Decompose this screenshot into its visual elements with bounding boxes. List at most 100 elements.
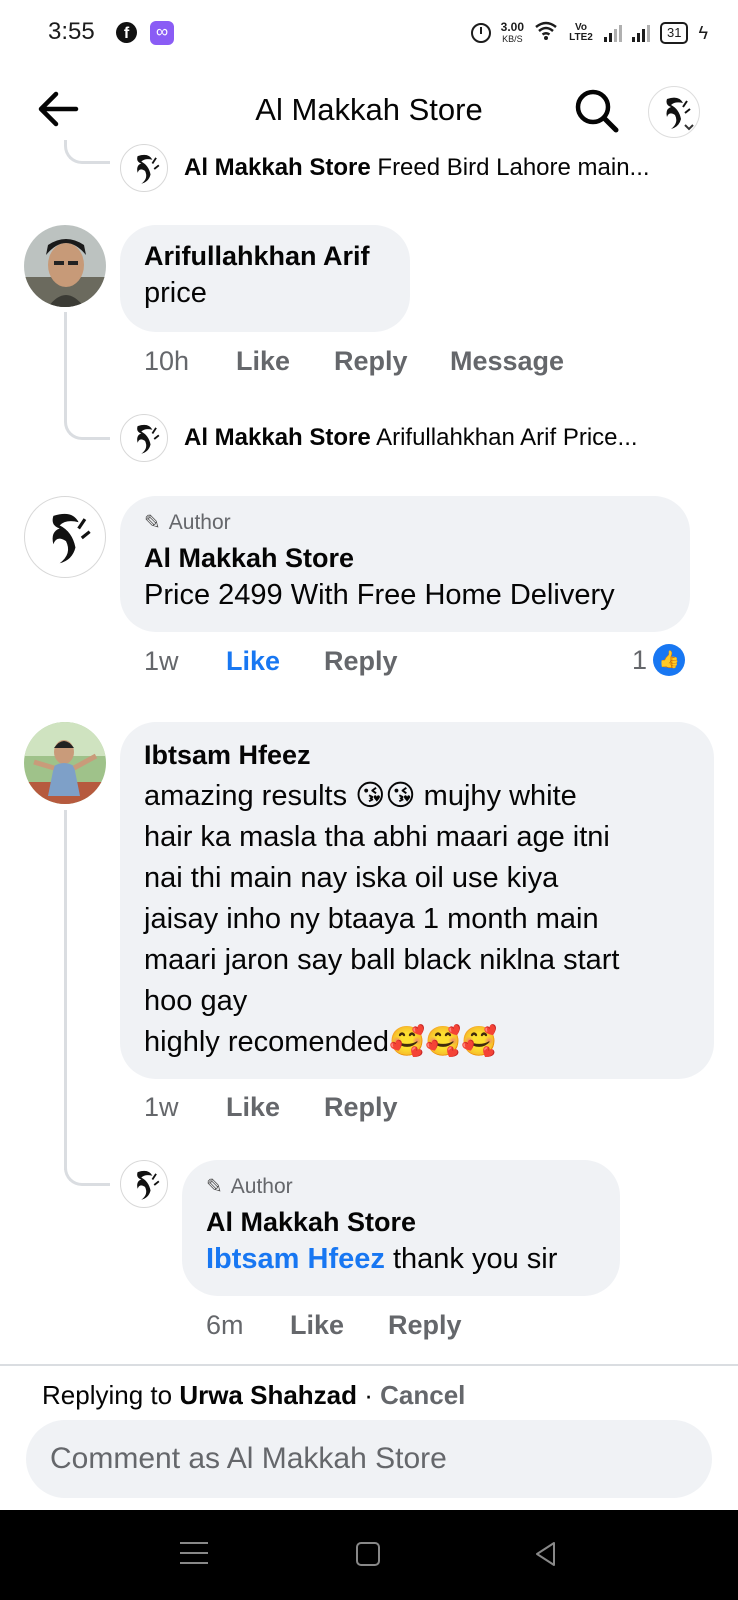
like-button[interactable]: Like — [226, 646, 324, 677]
comment-author-name[interactable]: Arifullahkhan Arif — [144, 239, 386, 273]
author-badge-label: Author — [230, 1174, 293, 1198]
comment-author-name[interactable]: Al Makkah Store — [206, 1205, 596, 1239]
like-button[interactable]: Like — [226, 1092, 324, 1123]
comment-text-line: maari jaron say ball black niklna start — [144, 944, 620, 976]
comment-bubble[interactable]: Ibtsam Hfeez amazing results 😘😘 mujhy wh… — [120, 722, 714, 1079]
reply-summary[interactable]: Al Makkah Store Arifullahkhan Arif Price… — [184, 424, 704, 452]
reply-preview: Arifullahkhan Arif Price... — [376, 424, 638, 451]
reply-author-name: Al Makkah Store — [184, 154, 371, 181]
like-button[interactable]: Like — [290, 1310, 388, 1341]
reply-text: thank you sir — [384, 1243, 558, 1275]
comment-input[interactable] — [26, 1420, 712, 1498]
thread-connector — [64, 140, 110, 164]
pencil-icon: ✎ — [144, 512, 161, 534]
like-button[interactable]: Like — [236, 346, 334, 377]
avatar[interactable] — [120, 1160, 168, 1208]
avatar[interactable] — [120, 414, 168, 462]
triangle-back-icon — [536, 1542, 555, 1566]
reaction-count: 1 — [632, 644, 648, 675]
avatar[interactable] — [24, 496, 106, 578]
page-title: Al Makkah Store — [255, 92, 483, 127]
status-bar: 3:55 f 3.00 KB/S Vo LTE2 31 ϟ — [0, 0, 738, 64]
cancel-button[interactable]: Cancel — [380, 1380, 465, 1410]
store-logo-icon — [666, 97, 694, 131]
reply-summary[interactable]: Al Makkah Store Freed Bird Lahore main..… — [184, 154, 704, 182]
message-button[interactable]: Message — [450, 346, 564, 377]
thread-connector — [64, 1150, 110, 1186]
volte-icon: Vo LTE2 — [569, 22, 593, 43]
thread-connector — [64, 312, 67, 422]
search-button[interactable] — [572, 86, 622, 136]
author-badge-label: Author — [168, 510, 231, 534]
avatar[interactable] — [120, 144, 168, 192]
system-back-button[interactable] — [532, 1540, 560, 1568]
store-logo-icon — [137, 1170, 160, 1200]
comment-time[interactable]: 1w — [144, 1092, 226, 1123]
comment-time[interactable]: 10h — [144, 346, 236, 377]
app-notification-icon — [150, 21, 174, 45]
network-speed-unit: KB/S — [502, 34, 523, 44]
avatar[interactable] — [24, 722, 106, 804]
comment-actions: 6m Like Reply — [206, 1310, 462, 1341]
store-logo-icon — [137, 154, 160, 184]
network-speed: 3.00 KB/S — [501, 21, 524, 45]
app-header: Al Makkah Store — [0, 66, 738, 156]
comment-time[interactable]: 6m — [206, 1310, 290, 1341]
author-badge: ✎ Author — [206, 1174, 596, 1199]
store-logo-icon — [52, 513, 91, 564]
status-icons: 3.00 KB/S Vo LTE2 31 ϟ — [470, 18, 708, 48]
search-icon — [575, 89, 619, 133]
reply-preview: Freed Bird Lahore main... — [377, 154, 650, 181]
battery-icon: 31 — [660, 22, 689, 44]
thread-connector — [64, 410, 110, 440]
comment-bubble[interactable]: Arifullahkhan Arif price — [120, 225, 410, 332]
reply-button[interactable]: Reply — [334, 346, 450, 377]
system-nav-bar — [0, 1510, 738, 1600]
profile-switcher-button[interactable] — [648, 86, 700, 138]
network-speed-value: 3.00 — [500, 20, 524, 34]
status-time: 3:55 — [48, 18, 95, 45]
comment-actions: 10h Like Reply Message — [144, 346, 564, 377]
separator: · — [357, 1380, 381, 1410]
reply-button[interactable]: Reply — [324, 646, 398, 677]
home-button[interactable] — [356, 1542, 380, 1566]
reply-button[interactable]: Reply — [388, 1310, 462, 1341]
author-badge: ✎ Author — [144, 510, 666, 535]
comment-author-name[interactable]: Ibtsam Hfeez — [144, 738, 690, 772]
reaction-summary[interactable]: 1 👍 — [632, 644, 686, 676]
comment-text-line: hair ka masla tha abhi maari age itni — [144, 821, 610, 853]
avatar[interactable] — [24, 225, 106, 307]
comment-text-line: jaisay inho ny btaaya 1 month main — [144, 903, 599, 935]
thread-connector — [64, 810, 67, 1170]
signal-icon-2 — [632, 24, 650, 42]
thumbs-up-icon: 👍 — [653, 644, 686, 676]
user-photo — [24, 722, 106, 804]
recents-button[interactable] — [180, 1542, 208, 1566]
comment-author-name[interactable]: Al Makkah Store — [144, 541, 666, 575]
comment-time[interactable]: 1w — [144, 646, 226, 677]
charging-icon: ϟ — [698, 22, 708, 43]
wifi-icon — [534, 20, 558, 46]
pencil-icon: ✎ — [206, 1176, 223, 1198]
facebook-notification-icon: f — [116, 22, 137, 43]
comment-bubble[interactable]: ✎ Author Al Makkah Store Price 2499 With … — [120, 496, 690, 632]
signal-icon-1 — [604, 24, 622, 42]
mention-link[interactable]: Ibtsam Hfeez — [206, 1243, 385, 1275]
comment-actions: 1w Like Reply — [144, 646, 398, 677]
divider — [0, 1364, 738, 1366]
replying-prefix: Replying to — [42, 1380, 180, 1410]
comment-text-line: hoo gay — [144, 985, 248, 1017]
comment-text: Ibtsam Hfeez thank you sir — [206, 1239, 596, 1280]
replying-to-name[interactable]: Urwa Shahzad — [179, 1380, 357, 1410]
reply-bubble[interactable]: ✎ Author Al Makkah Store Ibtsam Hfeez tha… — [182, 1160, 620, 1296]
reply-author-name: Al Makkah Store — [184, 424, 371, 451]
comment-actions: 1w Like Reply — [144, 1092, 398, 1123]
comment-text-line: nai thi main nay iska oil use kiya — [144, 862, 559, 894]
comment-text-line: amazing results 😘😘 mujhy white — [144, 780, 577, 812]
user-photo — [24, 225, 106, 307]
replying-to-bar: Replying to Urwa Shahzad · Cancel — [42, 1380, 465, 1411]
comment-text-line: highly recomended🥰🥰🥰 — [144, 1026, 498, 1058]
comment-text: price — [144, 277, 207, 309]
comment-text: Price 2499 With Free Home Delivery — [144, 579, 615, 611]
reply-button[interactable]: Reply — [324, 1092, 398, 1123]
